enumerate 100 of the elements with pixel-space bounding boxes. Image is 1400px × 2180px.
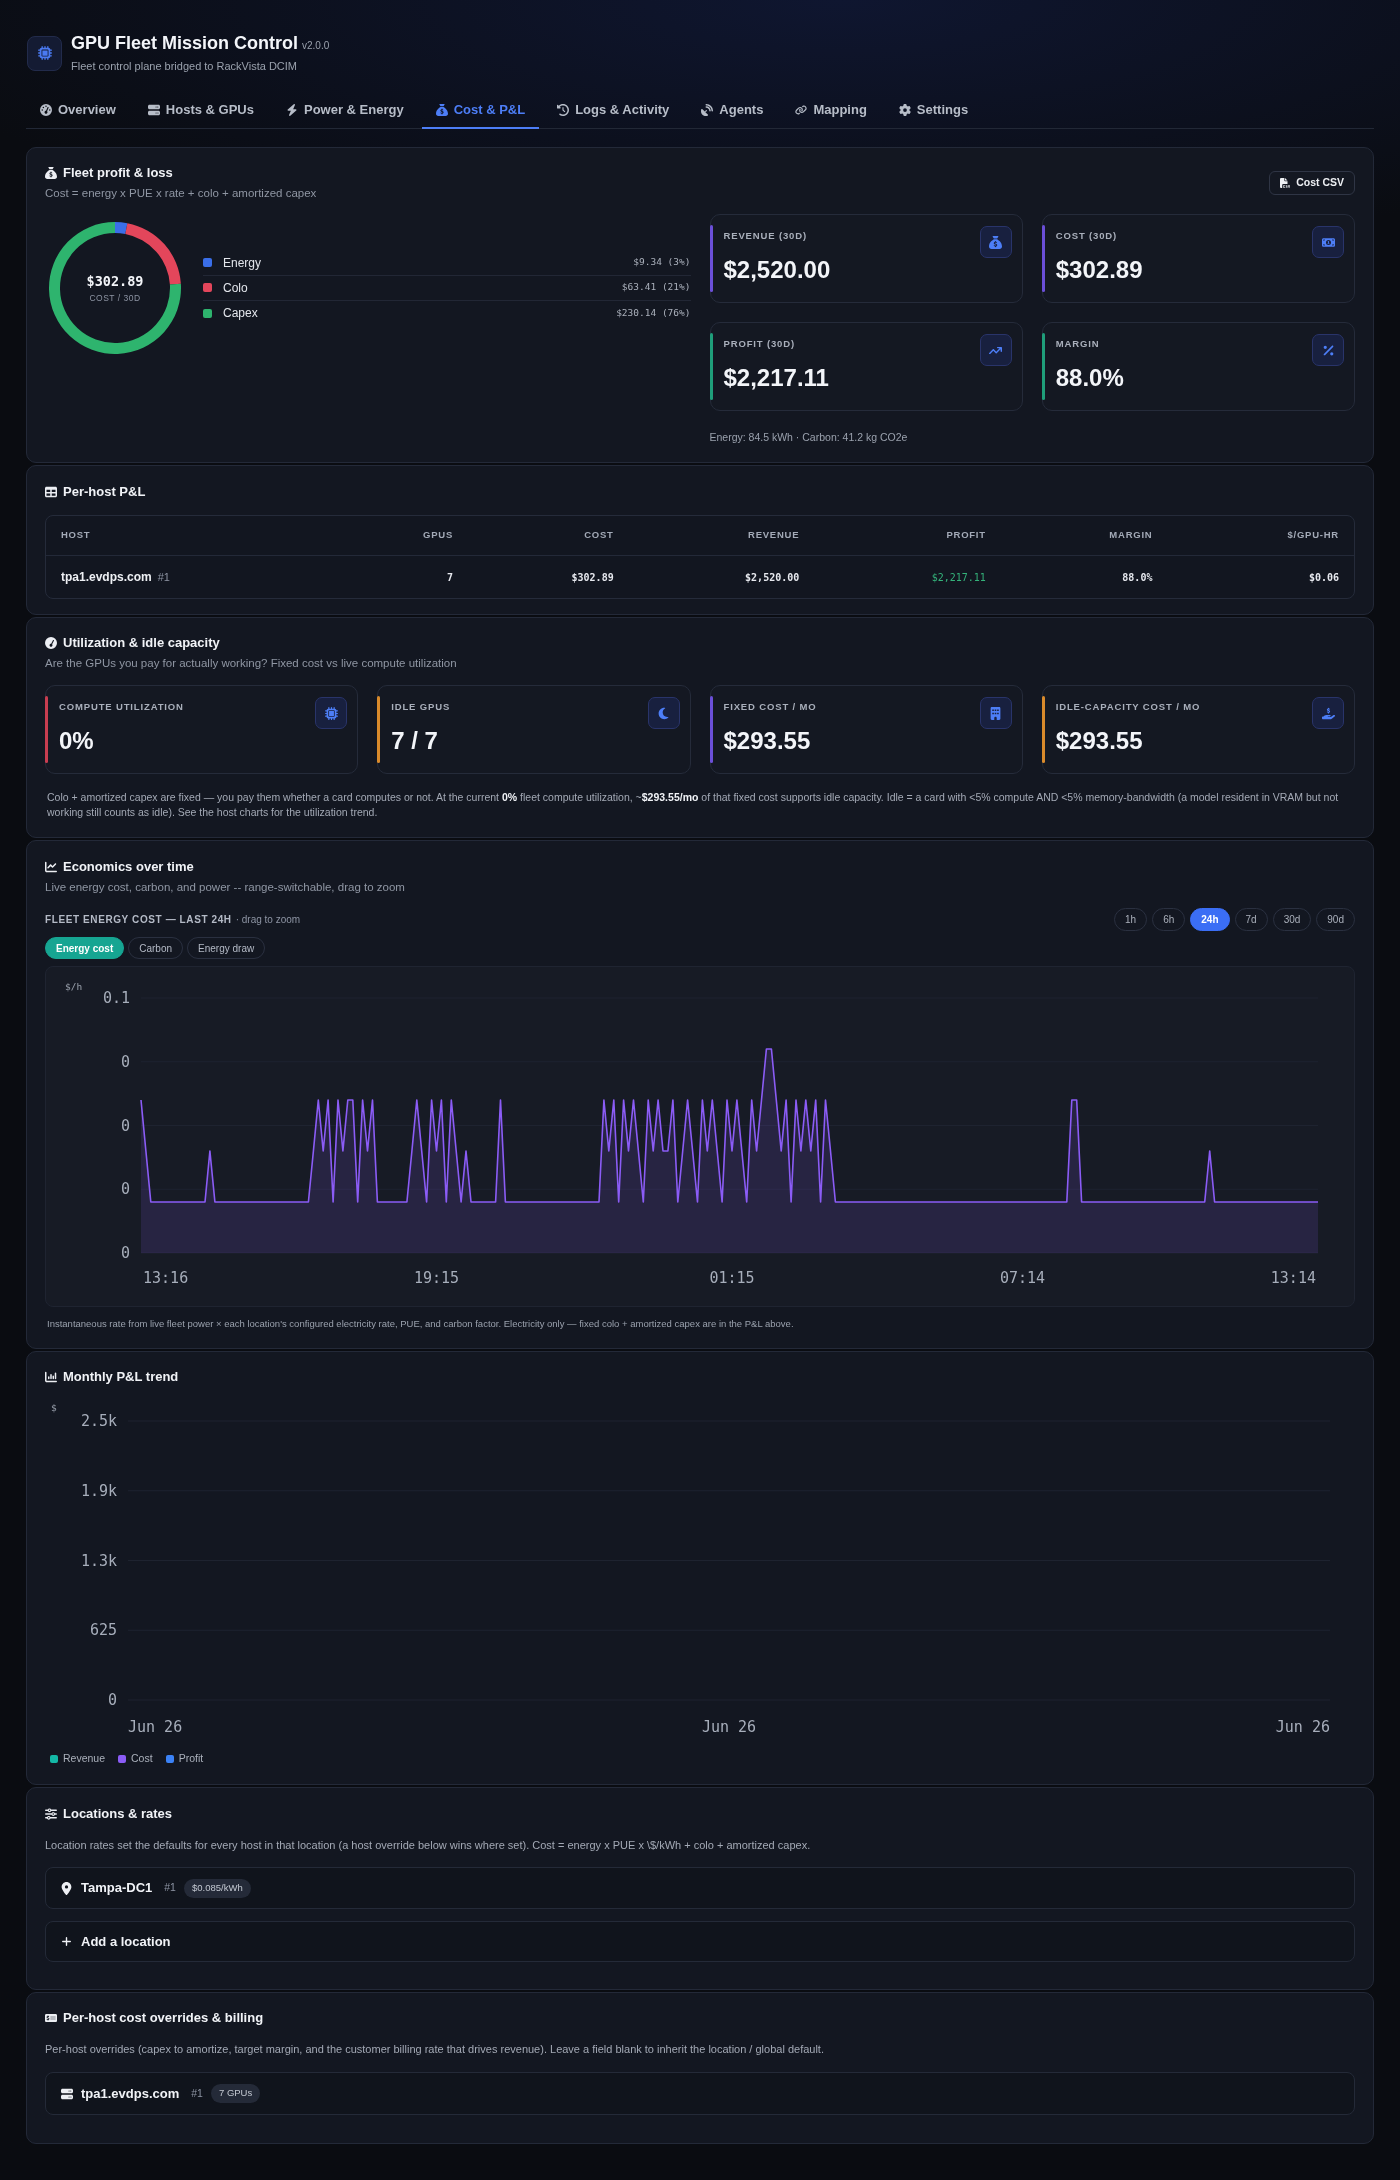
nav-tab[interactable]: Overview (26, 93, 130, 129)
stat-value: $2,520.00 (723, 255, 831, 285)
stat-label: IDLE-CAPACITY COST / MO (1055, 701, 1201, 713)
history-icon (557, 104, 570, 116)
x-tick-label: 07:14 (999, 1269, 1046, 1287)
stat-label: COMPUTE UTILIZATION (59, 701, 184, 713)
y-tick-label: 2.5k (80, 1412, 117, 1430)
range-button[interactable]: 24h (1190, 908, 1230, 931)
location-row[interactable]: Tampa-DC1 #1 $0.085/kWh (45, 1867, 1355, 1909)
section-title: Utilization & idle capacity (63, 634, 220, 652)
x-tick-label: Jun 26 (1275, 1718, 1330, 1736)
nav-tab[interactable]: Mapping (781, 93, 881, 129)
legend-amount: $63.41 (21%) (621, 280, 691, 295)
section-title: Per-host cost overrides & billing (63, 2009, 264, 2027)
plus-icon (61, 1936, 72, 1947)
percent-icon (1312, 334, 1344, 366)
stat-label: COST (30D) (1055, 230, 1119, 242)
x-tick-label: 13:16 (143, 1269, 189, 1287)
x-tick-label: 19:15 (413, 1269, 460, 1287)
stat-value: $2,217.11 (723, 363, 829, 393)
section-subtitle: Live energy cost, carbon, and power -- range-switchable, drag to zoom (45, 880, 405, 895)
column-header: REVENUE (748, 528, 800, 543)
stat-label: REVENUE (30D) (723, 230, 808, 242)
app-subtitle: Fleet control plane bridged to RackVista DCIM (71, 59, 298, 74)
building-icon (979, 697, 1012, 729)
y-tick-label: 0.1 (102, 989, 130, 1007)
donut-total: $302.89 (86, 272, 144, 291)
microchip-logo-icon (27, 35, 62, 71)
x-tick-label: 13:14 (1270, 1269, 1316, 1287)
money-bag-icon (435, 104, 448, 116)
legend-label: Profit (178, 1751, 204, 1767)
y-tick-label: 625 (89, 1621, 117, 1640)
location-pin-icon (60, 1881, 73, 1895)
microchip-icon (315, 697, 348, 729)
host-name: tpa1.evdps.com (81, 2084, 180, 2103)
section-subtitle: Cost = energy x PUE x rate + colo + amortized capex (45, 186, 317, 201)
stat-value: $293.55 (1055, 726, 1144, 756)
satellite-dish-icon (701, 104, 714, 116)
chart-caption: FLEET ENERGY COST — LAST 24H (45, 913, 232, 927)
axis-unit-label: $/h (65, 980, 83, 992)
hand-coin-icon (1312, 697, 1344, 729)
table-cell-text: $2,217.11 (931, 570, 986, 585)
add-location-button[interactable]: Add a location (45, 1921, 1355, 1962)
legend-label: Revenue (63, 1751, 106, 1767)
money-bag-icon (979, 226, 1012, 258)
nav-tab[interactable]: Hosts & GPUs (133, 93, 268, 129)
nav-tab[interactable]: Cost & P&L (421, 93, 540, 129)
legend-amount: $230.14 (76%) (616, 305, 691, 320)
column-header: PROFIT (946, 528, 986, 543)
stat-label: IDLE GPUS (391, 701, 451, 713)
host-index: #1 (157, 570, 170, 585)
y-tick-label: 1.3k (80, 1551, 117, 1570)
stat-value: $293.55 (723, 726, 812, 756)
x-tick-label: Jun 26 (701, 1718, 757, 1736)
nav-tab[interactable]: Agents (687, 93, 778, 129)
gpu-count-badge: 7 GPUs (210, 2084, 261, 2103)
gauge-icon (45, 637, 57, 649)
stat-label: MARGIN (1055, 338, 1101, 350)
legend-label: Capex (223, 305, 258, 322)
bar-chart-icon (45, 1371, 57, 1383)
y-tick-label: 0 (120, 1244, 130, 1262)
csv-file-icon (1280, 178, 1291, 188)
server-icon (147, 104, 160, 116)
column-header: HOST (61, 528, 91, 543)
nav-tab[interactable]: Logs & Activity (543, 93, 684, 129)
location-name: Tampa-DC1 (81, 1879, 153, 1898)
stat-value: $302.89 (1055, 255, 1143, 285)
section-title: Locations & rates (63, 1805, 173, 1823)
gauge-icon (40, 104, 52, 116)
stat-value: 0% (59, 726, 95, 756)
table-cell-text: $302.89 (571, 570, 614, 585)
nav-tab[interactable]: Power & Energy (271, 93, 418, 129)
column-header: $/GPU-HR (1287, 528, 1339, 543)
host-index: #1 (191, 2085, 203, 2101)
table-icon (45, 486, 57, 498)
trend-up-icon (979, 334, 1012, 366)
table-cell-text: $0.06 (1308, 570, 1339, 585)
energy-carbon-note: Energy: 84.5 kWh · Carbon: 41.2 kg CO2e (709, 430, 909, 444)
section-title: Economics over time (63, 858, 194, 876)
nav-tab[interactable]: Settings (884, 93, 983, 129)
stat-value: 7 / 7 (391, 726, 439, 756)
x-tick-label: 01:15 (709, 1269, 755, 1287)
settings-icon (898, 104, 911, 116)
legend-amount: $9.34 (3%) (633, 255, 691, 270)
section-subtitle: Are the GPUs you pay for actually working? Fixed cost vs live compute utilization (45, 656, 457, 671)
y-tick-label: 0 (107, 1691, 117, 1709)
stat-value: 88.0% (1055, 363, 1124, 393)
export-csv-button[interactable]: Cost CSV (1269, 171, 1355, 195)
chart-hint: · drag to zoom (235, 913, 301, 927)
table-cell-text: $2,520.00 (745, 570, 800, 585)
lightning-icon (285, 104, 298, 116)
table-cell-text: 88.0% (1122, 570, 1153, 585)
banknote-icon (1312, 226, 1344, 258)
column-header: COST (584, 528, 614, 543)
host-row[interactable]: tpa1.evdps.com #1 7 GPUs (45, 2072, 1355, 2115)
axis-unit-label: $ (51, 1401, 57, 1413)
money-bag-icon (45, 167, 57, 179)
link-icon (795, 104, 808, 116)
stat-label: PROFIT (30D) (723, 338, 796, 350)
section-title: Per-host P&L (63, 483, 146, 501)
